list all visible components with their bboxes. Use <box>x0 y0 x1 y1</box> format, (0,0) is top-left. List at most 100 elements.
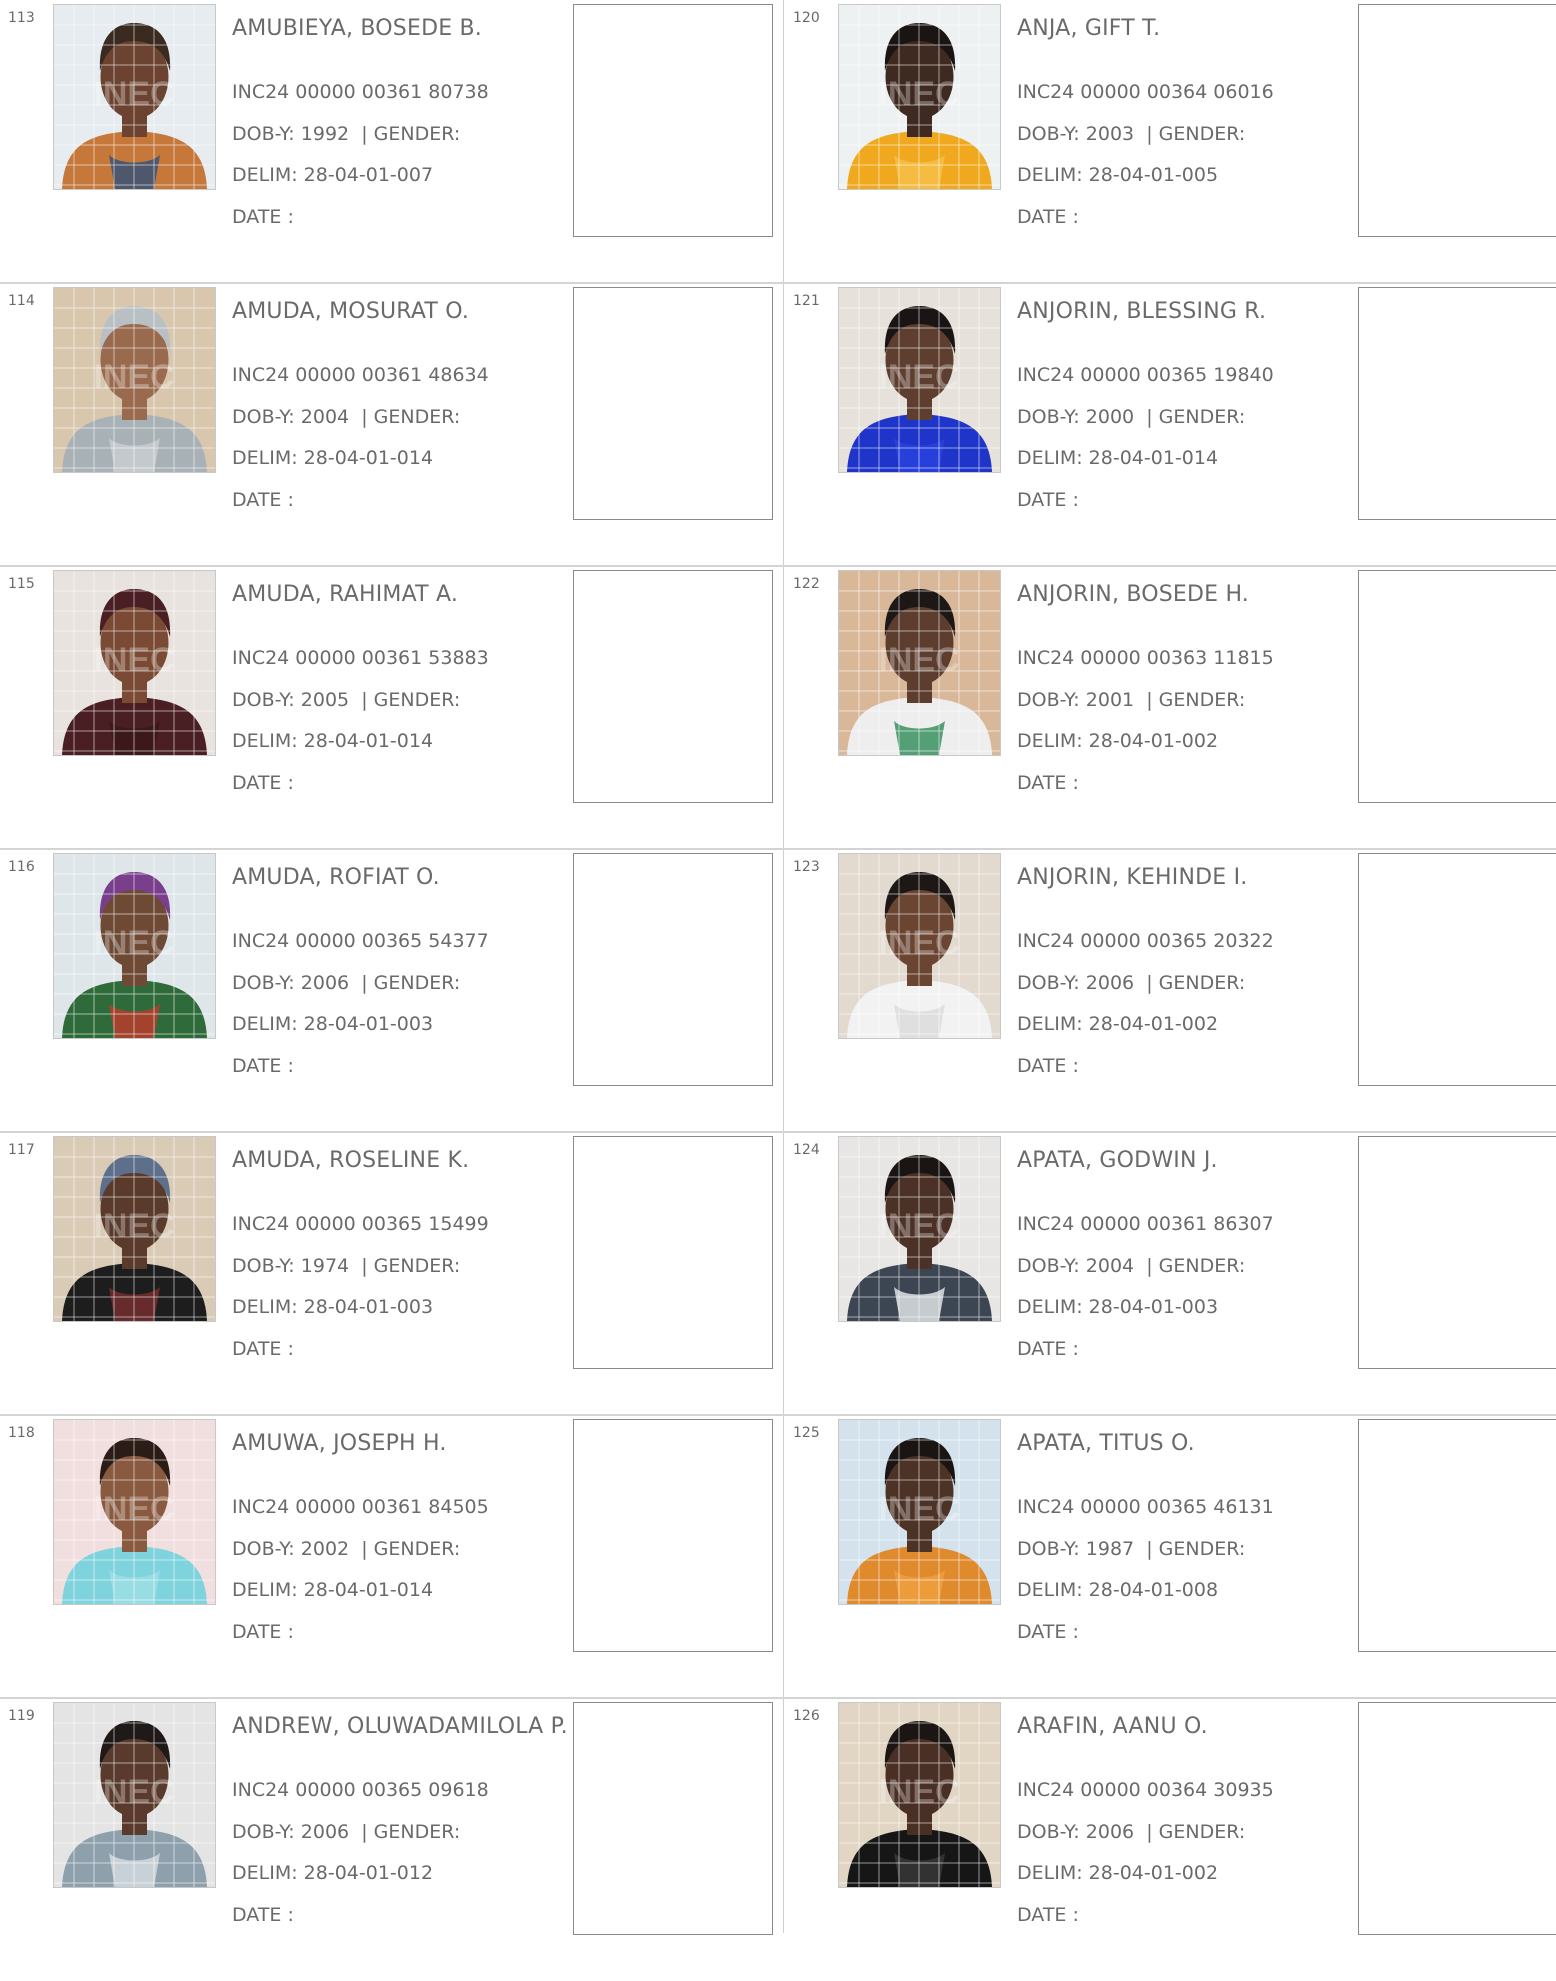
delim-code: 28-04-01-003 <box>303 1013 434 1035</box>
gender-label: | GENDER: <box>361 123 461 145</box>
gender-label: | GENDER: <box>361 972 461 994</box>
voter-photo: INEC <box>53 853 216 1039</box>
voter-photo: INEC <box>838 853 1001 1039</box>
voter-name: AMUDA, ROFIAT O. <box>232 865 440 890</box>
voter-vin: INC24 00000 00364 06016 <box>1017 81 1274 103</box>
signature-box <box>573 1136 773 1369</box>
voter-vin: INC24 00000 00365 15499 <box>232 1213 489 1235</box>
voter-vin: INC24 00000 00361 80738 <box>232 81 489 103</box>
voter-entry: 123 INEC ANJORIN, KEHINDE I. INC24 00000… <box>785 849 1556 1132</box>
signature-box <box>573 1702 773 1935</box>
delim-code: 28-04-01-002 <box>1088 730 1219 752</box>
delim-line: DELIM: 28-04-01-005 <box>1017 164 1218 186</box>
date-line: DATE : <box>1017 206 1079 228</box>
voter-name: AMUDA, RAHIMAT A. <box>232 582 459 607</box>
dob-gender-line: DOB-Y: 2006 | GENDER: <box>1017 1821 1245 1843</box>
date-line: DATE : <box>1017 1338 1079 1360</box>
dob-gender-line: DOB-Y: 2006 | GENDER: <box>1017 972 1245 994</box>
gender-label: | GENDER: <box>1146 972 1246 994</box>
delim-code: 28-04-01-005 <box>1088 164 1219 186</box>
delim-line: DELIM: 28-04-01-002 <box>1017 1862 1218 1884</box>
dob-label: DOB-Y: <box>232 1821 295 1843</box>
date-line: DATE : <box>232 489 294 511</box>
dob-gender-line: DOB-Y: 2005 | GENDER: <box>232 689 460 711</box>
voter-name: ANDREW, OLUWADAMILOLA P. <box>232 1714 568 1739</box>
gender-label: | GENDER: <box>1146 689 1246 711</box>
voter-entry: 117 INEC AMUDA, ROSELINE K. INC24 00000 … <box>0 1132 783 1415</box>
delim-code: 28-04-01-014 <box>303 730 434 752</box>
voter-entry: 125 INEC APATA, TITUS O. INC24 00000 003… <box>785 1415 1556 1698</box>
delim-line: DELIM: 28-04-01-007 <box>232 164 433 186</box>
signature-box <box>573 853 773 1086</box>
dob-year: 2003 <box>1085 123 1135 145</box>
serial-number: 126 <box>793 1708 820 1724</box>
delim-label: DELIM: <box>1017 1862 1083 1884</box>
serial-number: 116 <box>8 859 35 875</box>
delim-line: DELIM: 28-04-01-002 <box>1017 730 1218 752</box>
delim-code: 28-04-01-003 <box>303 1296 434 1318</box>
delim-code: 28-04-01-007 <box>303 164 434 186</box>
dob-year: 1992 <box>300 123 350 145</box>
dob-year: 2006 <box>1085 1821 1135 1843</box>
voter-name: ANJA, GIFT T. <box>1017 16 1161 41</box>
voter-photo: INEC <box>838 287 1001 473</box>
delim-label: DELIM: <box>1017 164 1083 186</box>
delim-code: 28-04-01-008 <box>1088 1579 1219 1601</box>
delim-label: DELIM: <box>1017 447 1083 469</box>
delim-line: DELIM: 28-04-01-014 <box>232 730 433 752</box>
dob-label: DOB-Y: <box>1017 123 1080 145</box>
voter-photo: INEC <box>838 1419 1001 1605</box>
signature-box <box>1358 1136 1556 1369</box>
dob-label: DOB-Y: <box>232 1538 295 1560</box>
serial-number: 115 <box>8 576 35 592</box>
dob-label: DOB-Y: <box>232 972 295 994</box>
delim-line: DELIM: 28-04-01-008 <box>1017 1579 1218 1601</box>
delim-code: 28-04-01-014 <box>1088 447 1219 469</box>
date-line: DATE : <box>232 1055 294 1077</box>
delim-line: DELIM: 28-04-01-014 <box>232 447 433 469</box>
signature-box <box>573 4 773 237</box>
voter-photo: INEC <box>53 570 216 756</box>
dob-year: 2005 <box>300 689 350 711</box>
serial-number: 118 <box>8 1425 35 1441</box>
gender-label: | GENDER: <box>1146 1538 1246 1560</box>
voter-vin: INC24 00000 00363 11815 <box>1017 647 1274 669</box>
dob-gender-line: DOB-Y: 1992 | GENDER: <box>232 123 460 145</box>
voter-entry: 113 INEC AMUBIEYA, BOSEDE B. INC24 00000… <box>0 0 783 283</box>
delim-line: DELIM: 28-04-01-003 <box>232 1296 433 1318</box>
dob-label: DOB-Y: <box>1017 689 1080 711</box>
voter-vin: INC24 00000 00365 19840 <box>1017 364 1274 386</box>
voter-name: ANJORIN, KEHINDE I. <box>1017 865 1248 890</box>
voter-name: APATA, GODWIN J. <box>1017 1148 1218 1173</box>
dob-year: 2006 <box>300 1821 350 1843</box>
serial-number: 113 <box>8 10 35 26</box>
gender-label: | GENDER: <box>361 406 461 428</box>
dob-gender-line: DOB-Y: 1974 | GENDER: <box>232 1255 460 1277</box>
delim-line: DELIM: 28-04-01-014 <box>232 1579 433 1601</box>
voter-photo: INEC <box>53 4 216 190</box>
signature-box <box>1358 853 1556 1086</box>
voter-name: AMUDA, ROSELINE K. <box>232 1148 470 1173</box>
voter-name: AMUWA, JOSEPH H. <box>232 1431 447 1456</box>
serial-number: 120 <box>793 10 820 26</box>
delim-label: DELIM: <box>1017 1296 1083 1318</box>
voter-photo: INEC <box>53 1419 216 1605</box>
date-line: DATE : <box>1017 1055 1079 1077</box>
dob-gender-line: DOB-Y: 2004 | GENDER: <box>1017 1255 1245 1277</box>
dob-year: 2004 <box>1085 1255 1135 1277</box>
gender-label: | GENDER: <box>1146 406 1246 428</box>
delim-label: DELIM: <box>1017 730 1083 752</box>
voter-name: AMUBIEYA, BOSEDE B. <box>232 16 482 41</box>
delim-label: DELIM: <box>232 164 298 186</box>
voter-entry: 119 INEC ANDREW, OLUWADAMILOLA P. INC24 … <box>0 1698 783 1981</box>
dob-label: DOB-Y: <box>1017 1538 1080 1560</box>
date-line: DATE : <box>1017 1904 1079 1926</box>
voter-vin: INC24 00000 00361 84505 <box>232 1496 489 1518</box>
dob-gender-line: DOB-Y: 2002 | GENDER: <box>232 1538 460 1560</box>
voter-vin: INC24 00000 00365 20322 <box>1017 930 1274 952</box>
delim-label: DELIM: <box>232 730 298 752</box>
delim-code: 28-04-01-014 <box>303 447 434 469</box>
delim-line: DELIM: 28-04-01-012 <box>232 1862 433 1884</box>
gender-label: | GENDER: <box>1146 123 1246 145</box>
dob-gender-line: DOB-Y: 1987 | GENDER: <box>1017 1538 1245 1560</box>
